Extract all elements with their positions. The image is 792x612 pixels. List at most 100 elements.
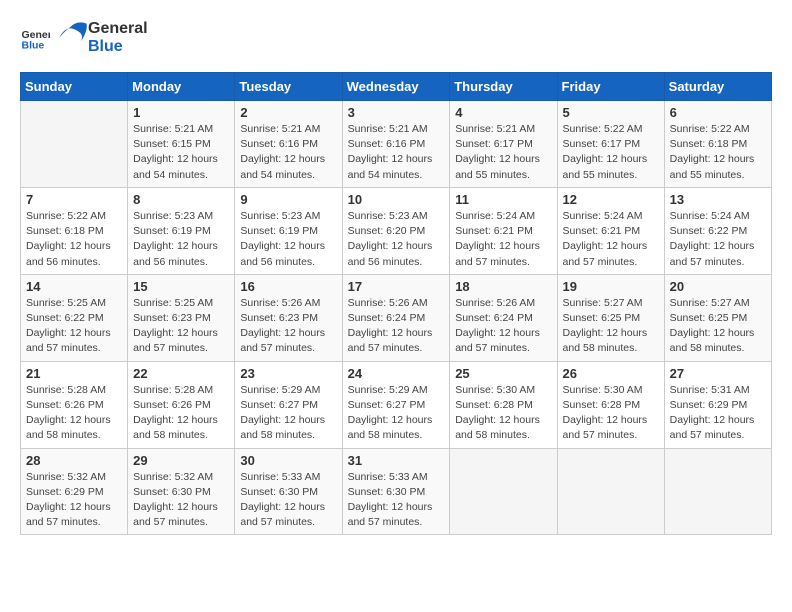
day-info: Sunrise: 5:21 AMSunset: 6:16 PMDaylight:…: [348, 122, 445, 183]
day-info: Sunrise: 5:22 AMSunset: 6:17 PMDaylight:…: [563, 122, 659, 183]
calendar-week-row: 14 Sunrise: 5:25 AMSunset: 6:22 PMDayligh…: [21, 274, 772, 361]
day-info: Sunrise: 5:26 AMSunset: 6:23 PMDaylight:…: [240, 296, 336, 357]
calendar-cell: 11 Sunrise: 5:24 AMSunset: 6:21 PMDayligh…: [450, 187, 557, 274]
day-info: Sunrise: 5:21 AMSunset: 6:17 PMDaylight:…: [455, 122, 551, 183]
day-info: Sunrise: 5:25 AMSunset: 6:22 PMDaylight:…: [26, 296, 122, 357]
day-number: 5: [563, 105, 659, 120]
calendar-cell: [450, 448, 557, 535]
calendar-header-monday: Monday: [128, 73, 235, 101]
day-info: Sunrise: 5:21 AMSunset: 6:16 PMDaylight:…: [240, 122, 336, 183]
calendar-table: SundayMondayTuesdayWednesdayThursdayFrid…: [20, 72, 772, 535]
day-info: Sunrise: 5:24 AMSunset: 6:21 PMDaylight:…: [455, 209, 551, 270]
calendar-week-row: 1 Sunrise: 5:21 AMSunset: 6:15 PMDaylight…: [21, 101, 772, 188]
day-info: Sunrise: 5:22 AMSunset: 6:18 PMDaylight:…: [670, 122, 766, 183]
day-number: 11: [455, 192, 551, 207]
day-number: 25: [455, 366, 551, 381]
day-info: Sunrise: 5:30 AMSunset: 6:28 PMDaylight:…: [455, 383, 551, 444]
calendar-cell: 5 Sunrise: 5:22 AMSunset: 6:17 PMDaylight…: [557, 101, 664, 188]
header: General Blue General Blue: [20, 20, 772, 56]
calendar-cell: 30 Sunrise: 5:33 AMSunset: 6:30 PMDayligh…: [235, 448, 342, 535]
calendar-cell: 9 Sunrise: 5:23 AMSunset: 6:19 PMDaylight…: [235, 187, 342, 274]
calendar-week-row: 7 Sunrise: 5:22 AMSunset: 6:18 PMDaylight…: [21, 187, 772, 274]
calendar-header-saturday: Saturday: [664, 73, 771, 101]
logo-icon: General Blue: [20, 23, 50, 53]
day-number: 29: [133, 453, 229, 468]
logo: General Blue General Blue: [20, 20, 148, 56]
calendar-header-wednesday: Wednesday: [342, 73, 450, 101]
day-info: Sunrise: 5:32 AMSunset: 6:29 PMDaylight:…: [26, 470, 122, 531]
calendar-cell: 31Sunrise: 5:33 AMSunset: 6:30 PMDayligh…: [342, 448, 450, 535]
calendar-cell: 29Sunrise: 5:32 AMSunset: 6:30 PMDayligh…: [128, 448, 235, 535]
day-number: 19: [563, 279, 659, 294]
calendar-cell: 2Sunrise: 5:21 AMSunset: 6:16 PMDaylight…: [235, 101, 342, 188]
svg-text:Blue: Blue: [22, 40, 45, 52]
day-number: 4: [455, 105, 551, 120]
day-info: Sunrise: 5:24 AMSunset: 6:22 PMDaylight:…: [670, 209, 766, 270]
day-info: Sunrise: 5:25 AMSunset: 6:23 PMDaylight:…: [133, 296, 229, 357]
day-number: 7: [26, 192, 122, 207]
calendar-cell: 18 Sunrise: 5:26 AMSunset: 6:24 PMDayligh…: [450, 274, 557, 361]
day-number: 24: [348, 366, 445, 381]
day-number: 1: [133, 105, 229, 120]
day-info: Sunrise: 5:24 AMSunset: 6:21 PMDaylight:…: [563, 209, 659, 270]
logo-bird-icon: [52, 20, 88, 56]
day-number: 8: [133, 192, 229, 207]
day-number: 16: [240, 279, 336, 294]
calendar-header-friday: Friday: [557, 73, 664, 101]
day-info: Sunrise: 5:22 AMSunset: 6:18 PMDaylight:…: [26, 209, 122, 270]
day-number: 17: [348, 279, 445, 294]
day-number: 28: [26, 453, 122, 468]
calendar-cell: 13 Sunrise: 5:24 AMSunset: 6:22 PMDayligh…: [664, 187, 771, 274]
calendar-cell: 27 Sunrise: 5:31 AMSunset: 6:29 PMDayligh…: [664, 361, 771, 448]
calendar-cell: 10Sunrise: 5:23 AMSunset: 6:20 PMDayligh…: [342, 187, 450, 274]
day-number: 15: [133, 279, 229, 294]
calendar-cell: 17 Sunrise: 5:26 AMSunset: 6:24 PMDayligh…: [342, 274, 450, 361]
day-info: Sunrise: 5:33 AMSunset: 6:30 PMDaylight:…: [240, 470, 336, 531]
calendar-cell: 20Sunrise: 5:27 AMSunset: 6:25 PMDayligh…: [664, 274, 771, 361]
day-number: 6: [670, 105, 766, 120]
calendar-cell: 25 Sunrise: 5:30 AMSunset: 6:28 PMDayligh…: [450, 361, 557, 448]
day-number: 21: [26, 366, 122, 381]
day-info: Sunrise: 5:26 AMSunset: 6:24 PMDaylight:…: [455, 296, 551, 357]
calendar-cell: 4 Sunrise: 5:21 AMSunset: 6:17 PMDaylight…: [450, 101, 557, 188]
logo-blue-text: Blue: [88, 38, 148, 56]
calendar-cell: 21Sunrise: 5:28 AMSunset: 6:26 PMDayligh…: [21, 361, 128, 448]
calendar-cell: 19 Sunrise: 5:27 AMSunset: 6:25 PMDayligh…: [557, 274, 664, 361]
calendar-header-tuesday: Tuesday: [235, 73, 342, 101]
day-number: 26: [563, 366, 659, 381]
calendar-week-row: 28 Sunrise: 5:32 AMSunset: 6:29 PMDayligh…: [21, 448, 772, 535]
calendar-cell: 3Sunrise: 5:21 AMSunset: 6:16 PMDaylight…: [342, 101, 450, 188]
day-info: Sunrise: 5:28 AMSunset: 6:26 PMDaylight:…: [133, 383, 229, 444]
calendar-header-thursday: Thursday: [450, 73, 557, 101]
calendar-cell: 1 Sunrise: 5:21 AMSunset: 6:15 PMDaylight…: [128, 101, 235, 188]
day-number: 10: [348, 192, 445, 207]
calendar-cell: 7 Sunrise: 5:22 AMSunset: 6:18 PMDaylight…: [21, 187, 128, 274]
calendar-cell: 8Sunrise: 5:23 AMSunset: 6:19 PMDaylight…: [128, 187, 235, 274]
day-number: 31: [348, 453, 445, 468]
calendar-header-sunday: Sunday: [21, 73, 128, 101]
day-number: 14: [26, 279, 122, 294]
day-number: 9: [240, 192, 336, 207]
day-number: 12: [563, 192, 659, 207]
day-info: Sunrise: 5:23 AMSunset: 6:19 PMDaylight:…: [240, 209, 336, 270]
day-info: Sunrise: 5:27 AMSunset: 6:25 PMDaylight:…: [563, 296, 659, 357]
day-number: 13: [670, 192, 766, 207]
calendar-cell: 24Sunrise: 5:29 AMSunset: 6:27 PMDayligh…: [342, 361, 450, 448]
calendar-cell: 6 Sunrise: 5:22 AMSunset: 6:18 PMDaylight…: [664, 101, 771, 188]
day-number: 23: [240, 366, 336, 381]
day-number: 30: [240, 453, 336, 468]
calendar-cell: 23Sunrise: 5:29 AMSunset: 6:27 PMDayligh…: [235, 361, 342, 448]
day-info: Sunrise: 5:26 AMSunset: 6:24 PMDaylight:…: [348, 296, 445, 357]
logo-general-text: General: [88, 20, 148, 38]
calendar-week-row: 21 Sunrise: 5:28 AMSunset: 6:26 PMDayligh…: [21, 361, 772, 448]
day-number: 20: [670, 279, 766, 294]
day-number: 18: [455, 279, 551, 294]
calendar-cell: [664, 448, 771, 535]
calendar-cell: 15 Sunrise: 5:25 AMSunset: 6:23 PMDayligh…: [128, 274, 235, 361]
day-info: Sunrise: 5:21 AMSunset: 6:15 PMDaylight:…: [133, 122, 229, 183]
calendar-header-row: SundayMondayTuesdayWednesdayThursdayFrid…: [21, 73, 772, 101]
calendar-cell: 12 Sunrise: 5:24 AMSunset: 6:21 PMDayligh…: [557, 187, 664, 274]
day-number: 27: [670, 366, 766, 381]
calendar-cell: 14 Sunrise: 5:25 AMSunset: 6:22 PMDayligh…: [21, 274, 128, 361]
day-info: Sunrise: 5:31 AMSunset: 6:29 PMDaylight:…: [670, 383, 766, 444]
